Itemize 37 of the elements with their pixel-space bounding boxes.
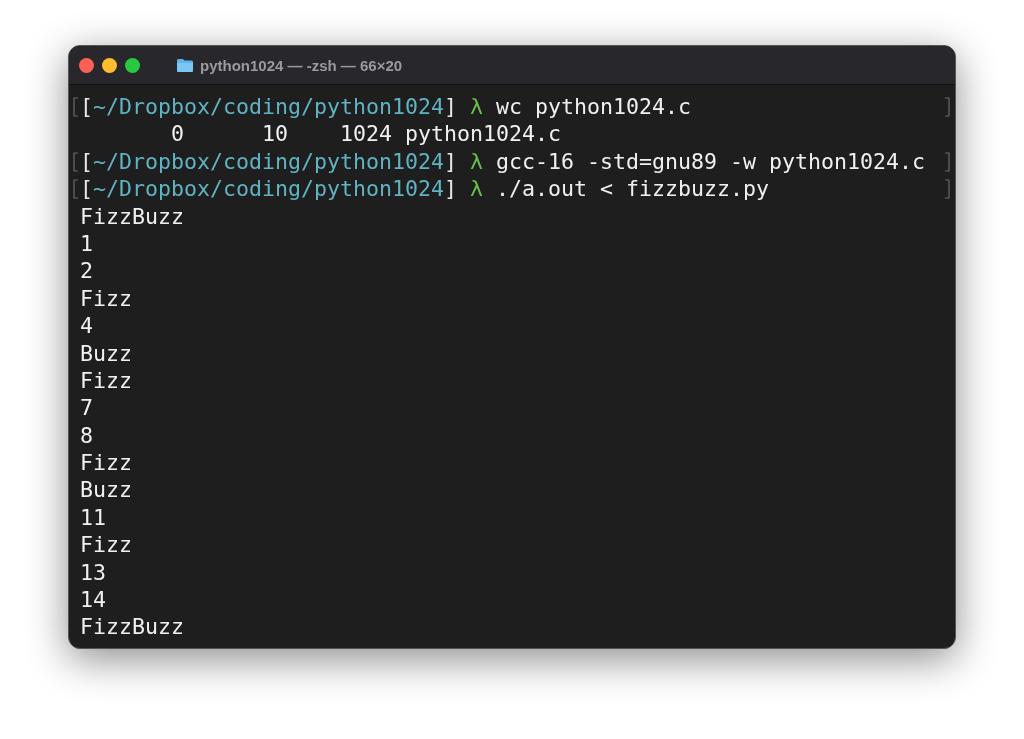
output-line: 13: [80, 559, 106, 585]
output-line: 0 10 1024 python1024.c: [170, 121, 562, 147]
prompt-symbol: λ: [470, 176, 484, 202]
output-line: FizzBuzz: [80, 614, 184, 640]
prompt-path: ~/Dropbox/coding/python1024: [93, 148, 445, 174]
close-button[interactable]: [79, 57, 94, 73]
output-line: Fizz: [80, 450, 132, 476]
prompt-path: ~/Dropbox/coding/python1024: [93, 94, 445, 119]
output-line: FizzBuzz: [80, 203, 184, 229]
output-line: Buzz: [80, 477, 132, 503]
output-line: Fizz: [80, 532, 132, 558]
prompt-bracket: ]: [444, 148, 458, 174]
prompt-symbol: λ: [470, 94, 484, 119]
minimize-button[interactable]: [102, 57, 117, 73]
prompt-bracket: [: [80, 94, 93, 119]
output-line: Buzz: [80, 340, 132, 366]
prompt-path: ~/Dropbox/coding/python1024: [93, 176, 445, 202]
output-line: 2: [80, 258, 93, 284]
output-line: 14: [80, 587, 106, 613]
prompt-bracket: ]: [444, 176, 458, 202]
prompt-bracket: [: [80, 176, 93, 202]
output-line: 1: [80, 230, 93, 256]
prompt-bracket: [: [80, 148, 93, 174]
output-line: Fizz: [80, 285, 132, 311]
output-line: Fizz: [80, 367, 132, 393]
command-text: wc python1024.c: [496, 94, 692, 119]
output-line: 4: [80, 313, 93, 339]
prompt-symbol: λ: [470, 148, 484, 174]
command-text: gcc-16 -std=gnu89 -w python1024.c: [496, 148, 926, 174]
output-line: 7: [80, 395, 93, 421]
output-line: 11: [80, 504, 106, 530]
zoom-button[interactable]: [125, 57, 140, 73]
folder-icon: [176, 57, 194, 73]
output-line: 8: [80, 422, 93, 448]
window-title: python1024 — -zsh — 66×20: [200, 56, 403, 74]
prompt-bracket: ]: [444, 94, 458, 119]
command-text: ./a.out < fizzbuzz.py: [496, 176, 770, 202]
